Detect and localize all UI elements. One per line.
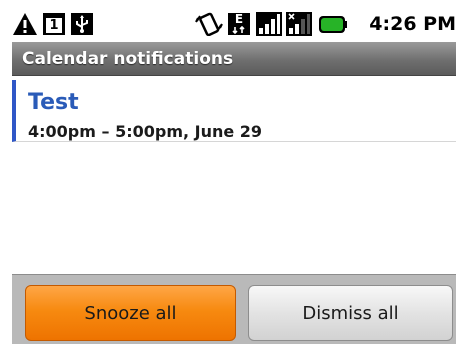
edge-data-icon: E [227, 12, 251, 36]
event-list-item[interactable]: Test 4:00pm – 5:00pm, June 29 [12, 80, 456, 142]
roaming-signal-icon [286, 12, 312, 36]
title-bar: Calendar notifications [12, 42, 456, 76]
warning-icon [13, 13, 37, 35]
dismiss-all-button[interactable]: Dismiss all [248, 285, 453, 341]
calendar-day-icon: 1 [42, 12, 66, 36]
page-title: Calendar notifications [22, 49, 234, 69]
signal-icon [256, 12, 282, 36]
usb-icon [71, 13, 93, 35]
snooze-all-button[interactable]: Snooze all [25, 285, 236, 341]
notification-list: Test 4:00pm – 5:00pm, June 29 [12, 76, 456, 274]
snooze-all-label: Snooze all [84, 302, 177, 324]
vibrate-icon [195, 12, 223, 36]
dismiss-all-label: Dismiss all [302, 302, 399, 324]
data-type-label: E [234, 12, 244, 26]
event-title: Test [28, 90, 79, 115]
button-bar: Snooze all Dismiss all [12, 274, 456, 344]
calendar-day-number: 1 [49, 18, 59, 33]
status-bar: 1 E 4:26 PM [12, 6, 456, 42]
battery-icon [319, 16, 347, 33]
status-time: 4:26 PM [369, 13, 456, 35]
event-time-range: 4:00pm – 5:00pm, June 29 [28, 122, 263, 141]
phone-screen: 1 E 4:26 PM Calendar notifications Test … [12, 6, 456, 344]
